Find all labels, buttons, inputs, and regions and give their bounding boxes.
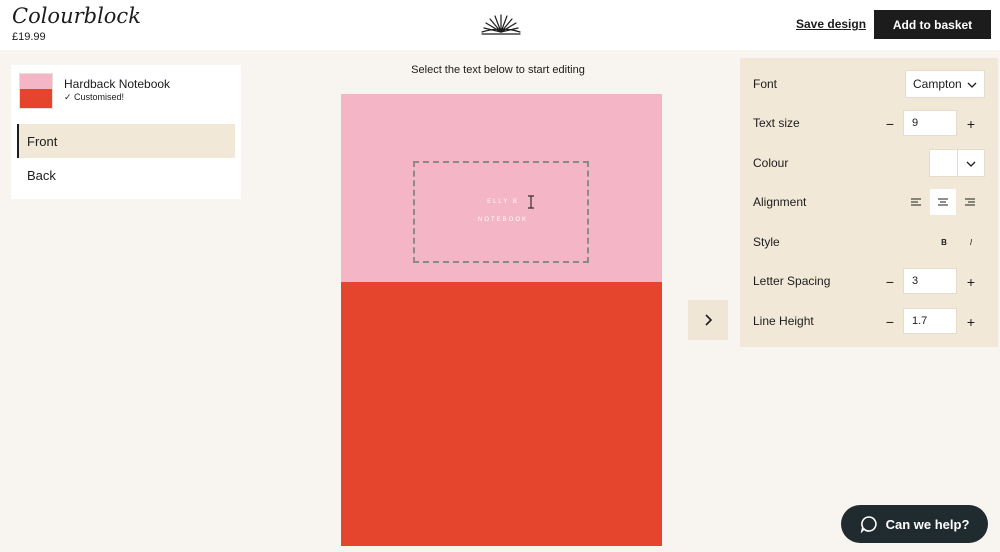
chevron-down-icon xyxy=(967,82,977,88)
alignment-label: Alignment xyxy=(753,195,807,209)
line-height-decrease-button[interactable]: − xyxy=(883,315,897,329)
letter-spacing-label: Letter Spacing xyxy=(753,274,831,288)
notebook-text-line-2: NOTEBOOK xyxy=(477,217,528,223)
customised-status: ✓ Customised! xyxy=(64,92,125,102)
chat-bubble-icon xyxy=(860,516,877,533)
notebook-bottom-block xyxy=(341,282,662,546)
italic-button[interactable]: I xyxy=(961,232,981,252)
letter-spacing-increase-button[interactable]: + xyxy=(964,275,978,289)
font-label: Font xyxy=(753,77,778,91)
chevron-right-icon xyxy=(705,314,713,326)
add-to-basket-button[interactable]: Add to basket xyxy=(874,10,991,39)
chevron-down-icon xyxy=(966,161,976,167)
text-properties-panel: Font Campton Text size − + Colour Alignm… xyxy=(740,58,998,347)
page-title: Colourblock xyxy=(12,4,141,28)
header: Colourblock £19.99 Save design Add to ba… xyxy=(0,0,1000,50)
line-height-increase-button[interactable]: + xyxy=(964,315,978,329)
text-size-input[interactable] xyxy=(903,110,957,136)
help-chat-button[interactable]: Can we help? xyxy=(841,505,988,543)
tab-back[interactable]: Back xyxy=(17,158,235,192)
align-left-icon xyxy=(911,198,921,206)
align-right-icon xyxy=(965,198,975,206)
text-cursor-icon xyxy=(528,195,534,209)
bold-button[interactable]: B xyxy=(934,232,954,252)
line-height-input[interactable] xyxy=(903,308,957,334)
product-card: Hardback Notebook ✓ Customised! Front Ba… xyxy=(11,65,241,199)
product-name: Hardback Notebook xyxy=(64,77,171,91)
save-design-link[interactable]: Save design xyxy=(796,17,866,31)
sunburst-logo-icon[interactable] xyxy=(480,12,522,36)
colour-swatch xyxy=(930,150,958,176)
colour-select[interactable] xyxy=(929,149,985,177)
next-arrow-button[interactable] xyxy=(688,300,728,340)
notebook-preview: ELLY B NOTEBOOK xyxy=(341,94,662,546)
left-panel: Hardback Notebook ✓ Customised! Front Ba… xyxy=(0,50,254,552)
colour-label: Colour xyxy=(753,156,789,170)
letter-spacing-input[interactable] xyxy=(903,268,957,294)
tab-front-label: Front xyxy=(27,133,58,149)
font-select[interactable]: Campton xyxy=(905,70,985,98)
help-chat-label: Can we help? xyxy=(885,516,970,532)
line-height-label: Line Height xyxy=(753,314,814,328)
product-price: £19.99 xyxy=(12,31,46,43)
align-left-button[interactable] xyxy=(903,189,929,215)
align-right-button[interactable] xyxy=(957,189,983,215)
notebook-text-line-1: ELLY B xyxy=(487,199,519,205)
font-select-value: Campton xyxy=(913,77,962,91)
letter-spacing-decrease-button[interactable]: − xyxy=(883,275,897,289)
tab-front[interactable]: Front xyxy=(17,124,235,158)
product-thumbnail xyxy=(19,73,53,109)
tab-back-label: Back xyxy=(27,167,56,183)
text-edit-box[interactable]: ELLY B NOTEBOOK xyxy=(413,161,589,263)
style-label: Style xyxy=(753,235,780,249)
canvas-hint: Select the text below to start editing xyxy=(411,64,585,76)
text-size-increase-button[interactable]: + xyxy=(964,117,978,131)
align-center-button[interactable] xyxy=(930,189,956,215)
align-center-icon xyxy=(938,198,948,206)
text-size-decrease-button[interactable]: − xyxy=(883,117,897,131)
text-size-label: Text size xyxy=(753,116,800,130)
